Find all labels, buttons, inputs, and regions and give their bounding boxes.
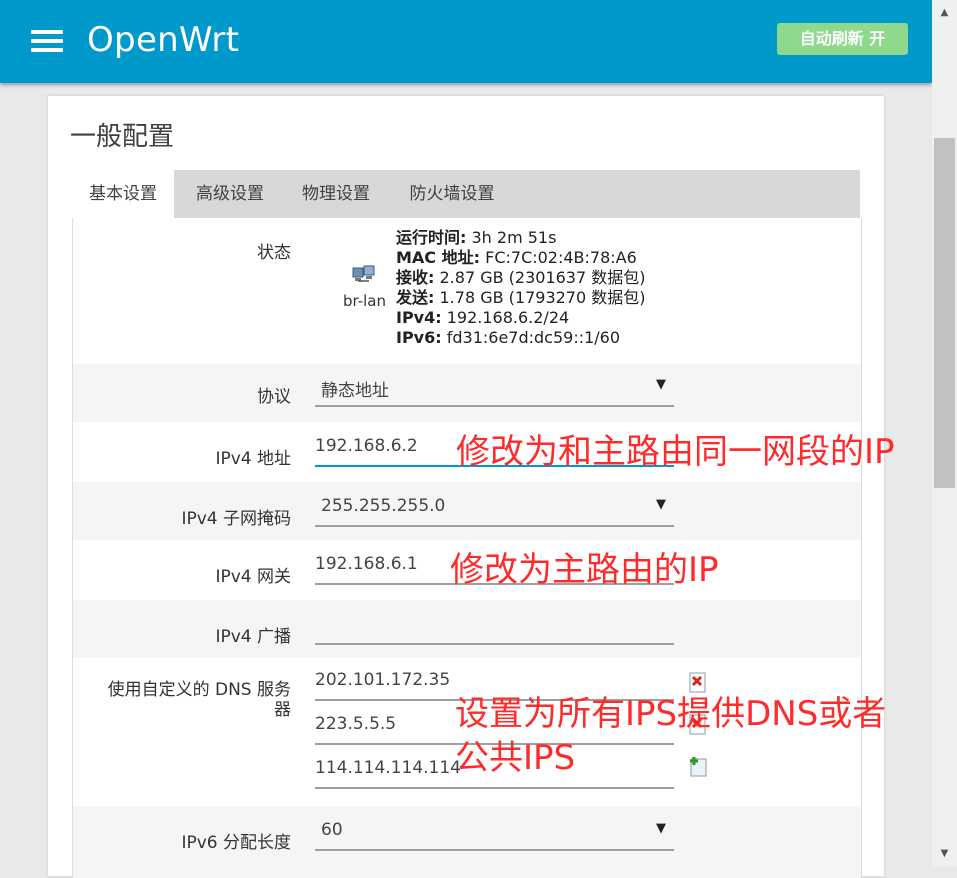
status-line-ipv4: IPv4: 192.168.6.2/24 [396, 308, 570, 327]
status-line-mac: MAC 地址: FC:7C:02:4B:78:A6 [396, 248, 637, 267]
add-dns-icon[interactable] [687, 756, 709, 778]
ipv4-address-label: IPv4 地址 [215, 449, 291, 469]
hamburger-menu-icon[interactable] [31, 30, 63, 52]
ipv4-netmask-label: IPv4 子网掩码 [181, 509, 291, 529]
vertical-scrollbar[interactable]: ▲ ▼ [932, 0, 957, 866]
status-row: 状态 br-lan 运行时间: 3h 2m 51s MAC 地址: FC:7C:… [73, 218, 861, 364]
tab-advanced-settings[interactable]: 高级设置 [180, 170, 280, 218]
annotation-dns-line2: 公共IPS [455, 738, 576, 778]
protocol-value: 静态地址 [321, 381, 389, 401]
annotation-gateway: 修改为主路由的IP [450, 550, 719, 590]
status-label: 状态 [257, 243, 291, 263]
ipv4-netmask-select[interactable]: 255.255.255.0 ▼ [315, 492, 674, 527]
status-line-tx: 发送: 1.78 GB (1793270 数据包) [396, 288, 646, 307]
network-bridge-icon [352, 265, 375, 282]
annotation-dns-line1: 设置为所有IPS提供DNS或者 [455, 694, 887, 734]
protocol-select[interactable]: 静态地址 ▼ [315, 372, 674, 407]
tab-basic-settings[interactable]: 基本设置 [72, 170, 174, 218]
auto-refresh-button[interactable]: 自动刷新 开 [777, 23, 908, 55]
scroll-down-arrow-icon[interactable]: ▼ [932, 841, 957, 866]
dns-label: 使用自定义的 DNS 服务器 [107, 680, 291, 720]
annotation-address: 修改为和主路由同一网段的IP [456, 432, 895, 472]
brand-title[interactable]: OpenWrt [87, 20, 239, 60]
status-line-rx: 接收: 2.87 GB (2301637 数据包) [396, 268, 646, 287]
tab-bar: 基本设置 高级设置 物理设置 防火墙设置 [72, 170, 860, 218]
ipv4-broadcast-input[interactable] [315, 610, 674, 645]
section-title: 一般配置 [70, 122, 175, 152]
dropdown-arrow-icon: ▼ [656, 497, 666, 512]
interface-name: br-lan [343, 292, 387, 310]
protocol-label: 协议 [257, 387, 291, 407]
dropdown-arrow-icon: ▼ [656, 821, 666, 836]
dropdown-arrow-icon: ▼ [656, 377, 666, 392]
ipv4-broadcast-row: IPv4 广播 [73, 600, 861, 658]
scroll-thumb[interactable] [934, 138, 955, 488]
status-details: 运行时间: 3h 2m 51s MAC 地址: FC:7C:02:4B:78:A… [396, 228, 646, 348]
ipv4-netmask-row: IPv4 子网掩码 255.255.255.0 ▼ [73, 482, 861, 540]
ipv6-assign-length-row: IPv6 分配长度 60 ▼ [73, 806, 861, 878]
scroll-up-arrow-icon[interactable]: ▲ [932, 0, 957, 25]
top-bar: OpenWrt 自动刷新 开 [0, 0, 932, 83]
status-line-ipv6: IPv6: fd31:6e7d:dc59::1/60 [396, 328, 621, 347]
tab-physical-settings[interactable]: 物理设置 [286, 170, 386, 218]
ipv6-assign-length-select[interactable]: 60 ▼ [315, 816, 674, 851]
status-line-uptime: 运行时间: 3h 2m 51s [396, 228, 557, 247]
protocol-row: 协议 静态地址 ▼ [73, 364, 861, 422]
ipv6-assign-length-label: IPv6 分配长度 [181, 833, 291, 853]
ipv4-gateway-label: IPv4 网关 [215, 567, 291, 587]
ipv4-broadcast-label: IPv4 广播 [215, 627, 291, 647]
tab-firewall-settings[interactable]: 防火墙设置 [392, 170, 512, 218]
